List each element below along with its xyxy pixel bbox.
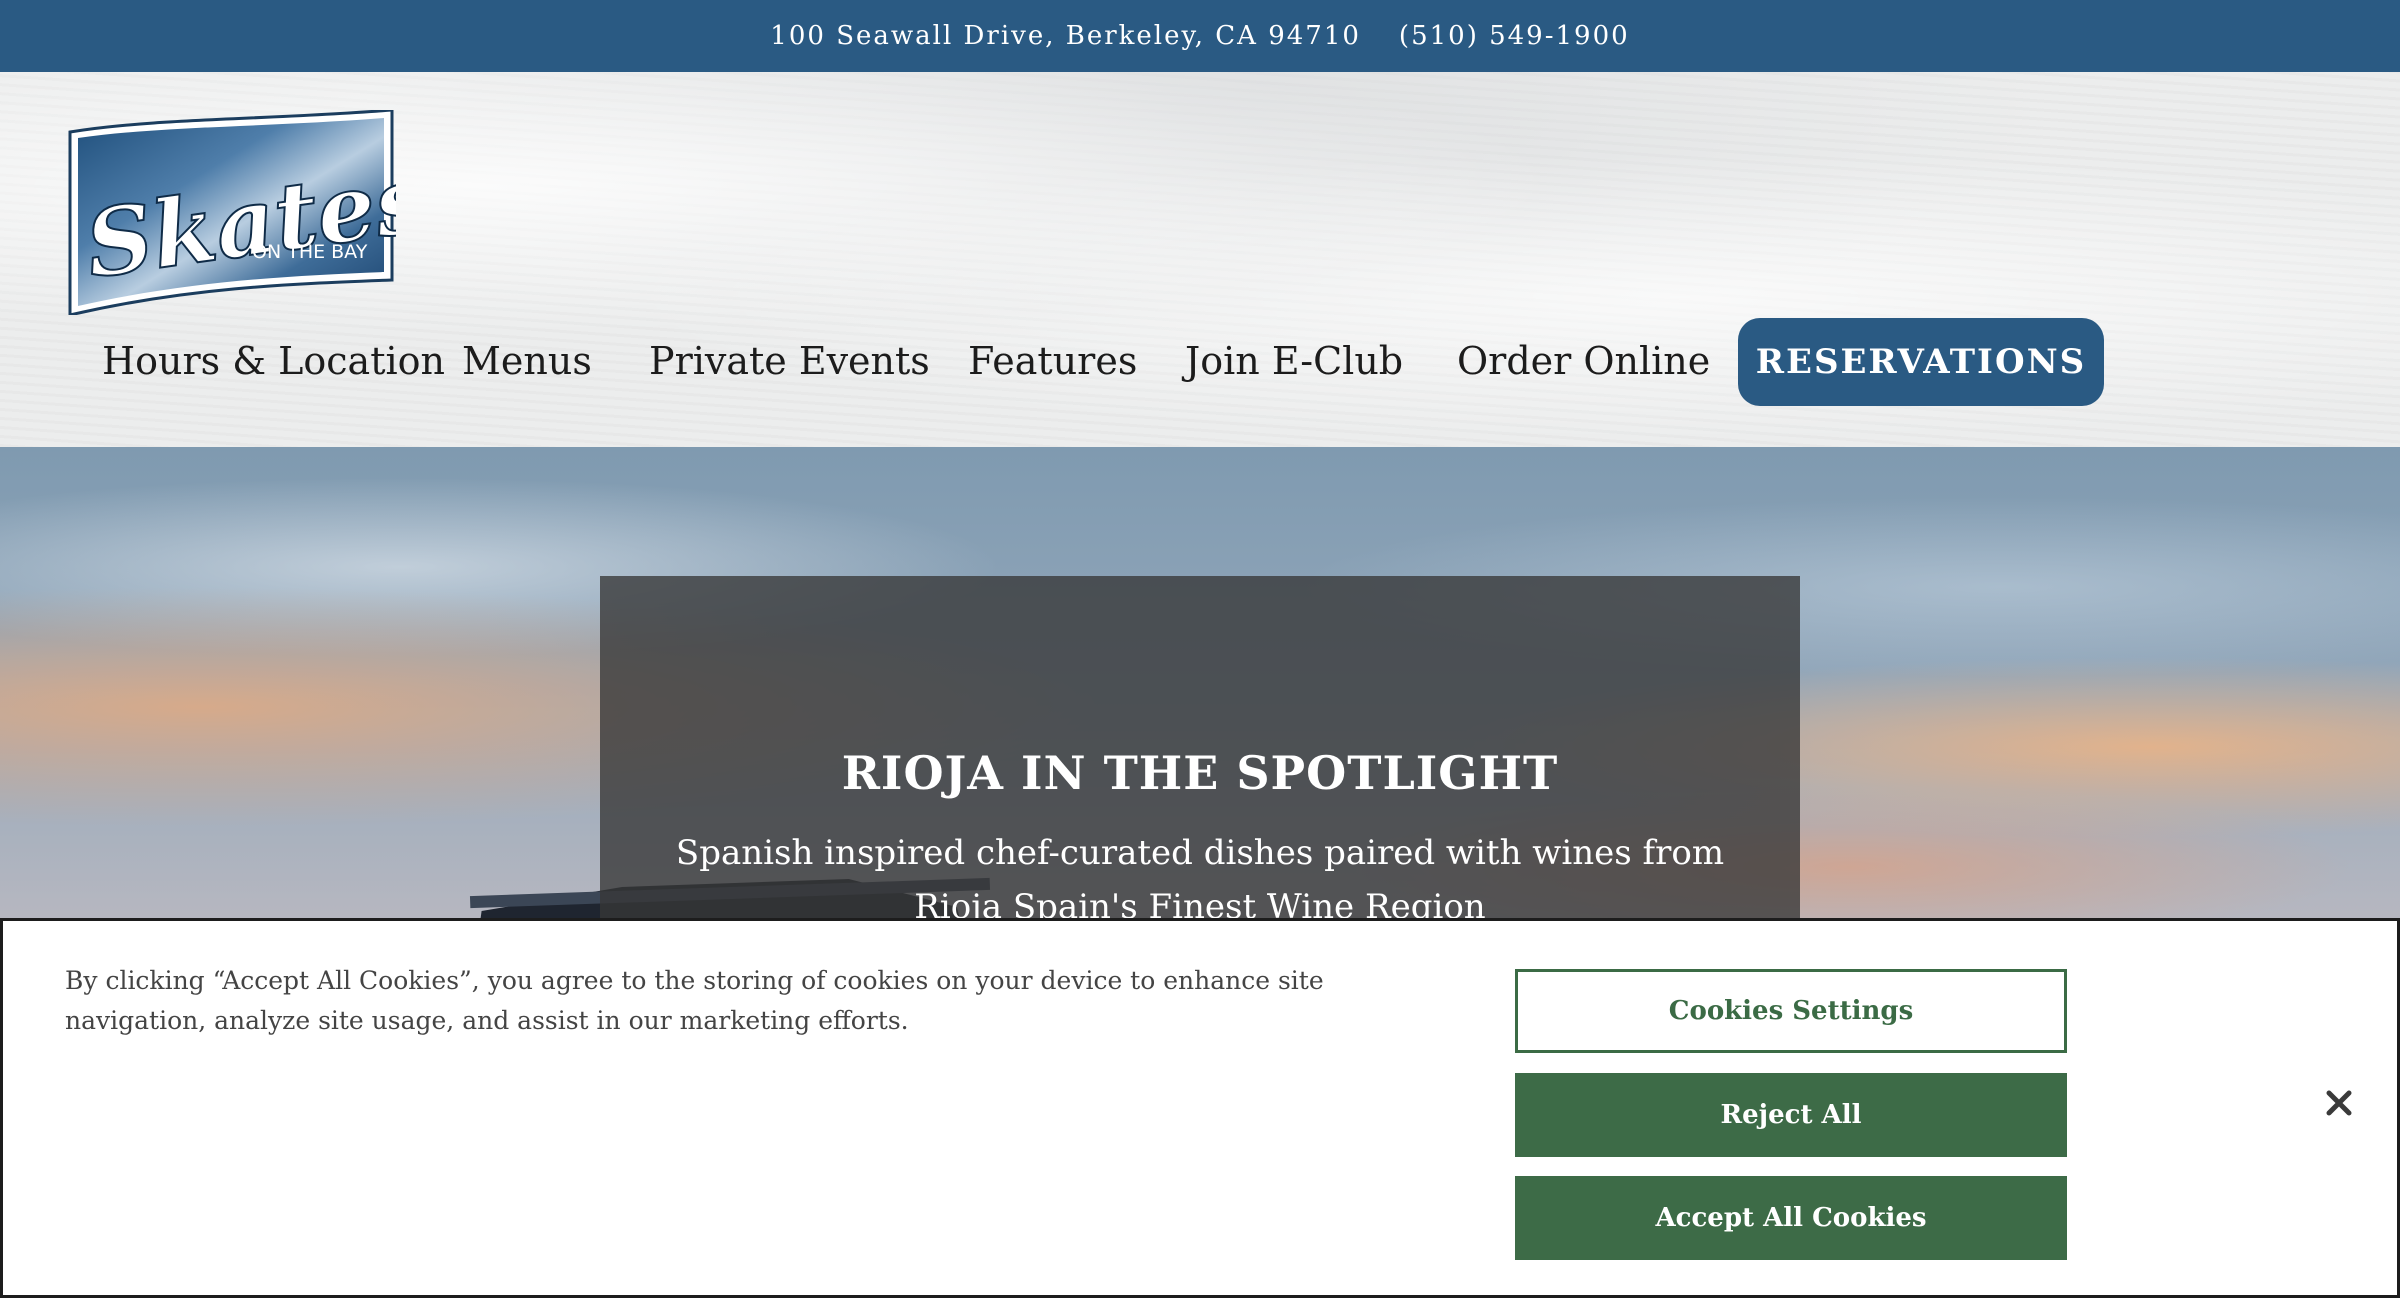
- nav-join-eclub[interactable]: Join E-Club: [1185, 316, 1403, 406]
- cookie-consent-banner: By clicking “Accept All Cookies”, you ag…: [0, 918, 2400, 1298]
- logo-tagline: ON THE BAY: [252, 241, 368, 263]
- site-logo[interactable]: Skates ON THE BAY: [66, 108, 435, 317]
- close-icon[interactable]: [2319, 1083, 2359, 1123]
- nav-hours-location[interactable]: Hours & Location: [102, 316, 445, 406]
- nav-menus[interactable]: Menus: [462, 316, 592, 406]
- hero-title: RIOJA IN THE SPOTLIGHT: [841, 746, 1559, 800]
- nav-features[interactable]: Features: [968, 316, 1137, 406]
- accept-all-cookies-button[interactable]: Accept All Cookies: [1515, 1176, 2067, 1260]
- reject-all-button[interactable]: Reject All: [1515, 1073, 2067, 1157]
- reservations-button[interactable]: RESERVATIONS: [1738, 318, 2104, 406]
- cookies-settings-button[interactable]: Cookies Settings: [1515, 969, 2067, 1053]
- address-link[interactable]: 100 Seawall Drive, Berkeley, CA 94710: [770, 21, 1361, 51]
- skates-logo-icon: Skates ON THE BAY: [68, 108, 435, 317]
- phone-link[interactable]: (510) 549-1900: [1399, 21, 1630, 51]
- contact-bar: 100 Seawall Drive, Berkeley, CA 94710 (5…: [0, 0, 2400, 72]
- nav-private-events[interactable]: Private Events: [649, 316, 930, 406]
- cookie-notice-text: By clicking “Accept All Cookies”, you ag…: [65, 966, 1324, 1035]
- nav-order-online[interactable]: Order Online: [1457, 316, 1710, 406]
